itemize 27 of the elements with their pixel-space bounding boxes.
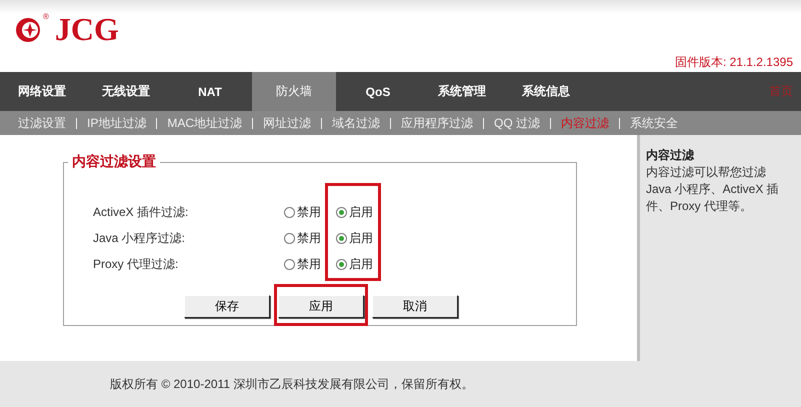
form-button[interactable]: 应用 — [278, 295, 364, 318]
setting-label: ActiveX 插件过滤: — [93, 204, 190, 220]
nav-tab[interactable]: 系统管理 — [420, 72, 504, 111]
radio-option[interactable]: 禁用 — [282, 202, 334, 222]
nav-tab[interactable]: 网络设置 — [0, 72, 84, 111]
radio-option[interactable]: 禁用 — [282, 254, 334, 274]
logo-icon — [15, 17, 41, 43]
firmware-version: 固件版本: 21.1.2.1395 — [674, 54, 793, 71]
setting-label: Java 小程序过滤: — [93, 230, 186, 246]
setting-label: Proxy 代理过滤: — [93, 256, 180, 272]
radio-option[interactable]: 启用 — [334, 202, 386, 222]
radio-option[interactable]: 启用 — [334, 228, 386, 248]
registered-mark: ® — [43, 12, 49, 21]
nav-tab[interactable]: NAT — [168, 72, 252, 111]
logo-text: JCG — [54, 14, 119, 44]
help-title: 内容过滤 — [646, 147, 695, 164]
nav-tab[interactable]: QoS — [336, 72, 420, 111]
radio-option[interactable]: 禁用 — [282, 228, 334, 248]
copyright-text: 版权所有 © 2010-2011 深圳市乙辰科技发展有限公司，保留所有权。 — [110, 376, 474, 392]
nav-tab[interactable]: 系统信息 — [504, 72, 588, 111]
help-text: 内容过滤可以帮您过滤Java 小程序、ActiveX 插件、Proxy 代理等。 — [646, 164, 780, 215]
form-button[interactable]: 保存 — [184, 295, 270, 318]
nav-tab[interactable]: 无线设置 — [84, 72, 168, 111]
radio-option[interactable]: 启用 — [334, 254, 386, 274]
form-button[interactable]: 取消 — [372, 295, 458, 318]
group-title: 内容过滤设置 — [68, 153, 160, 171]
nav-tab[interactable]: 防火墙 — [252, 72, 336, 111]
